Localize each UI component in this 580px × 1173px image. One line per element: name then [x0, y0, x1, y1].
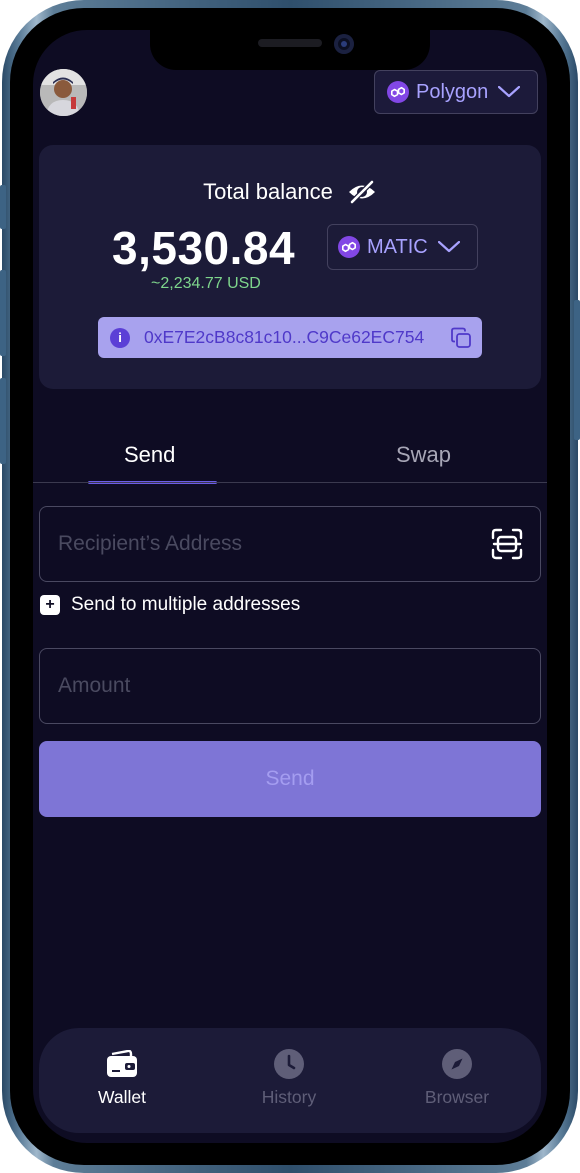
recipient-placeholder: Recipient’s Address	[58, 532, 243, 555]
avatar[interactable]	[40, 69, 87, 116]
chevron-down-icon	[437, 236, 460, 259]
avatar-image	[40, 69, 87, 116]
tab-divider	[33, 482, 547, 483]
multiple-addresses-label: Send to multiple addresses	[71, 594, 301, 615]
copy-icon[interactable]	[450, 327, 472, 354]
phone-mockup: Polygon Total balance 3,530.84 ~2,234.77…	[0, 0, 580, 1173]
front-camera	[334, 34, 354, 54]
wallet-address-pill[interactable]: i 0xE7E2cB8c81c10...C9Ce62EC754	[98, 317, 482, 358]
balance-usd: ~2,234.77 USD	[151, 275, 261, 292]
speaker-grille	[258, 39, 322, 47]
clock-icon	[273, 1048, 305, 1080]
compass-icon	[441, 1048, 473, 1080]
volume-up-button	[0, 270, 6, 356]
polygon-icon	[387, 81, 409, 103]
nav-history-label: History	[261, 1087, 317, 1107]
total-balance-label: Total balance	[203, 179, 333, 204]
recipient-address-input[interactable]: Recipient’s Address	[39, 506, 541, 582]
matic-icon	[338, 236, 360, 258]
wallet-address: 0xE7E2cB8c81c10...C9Ce62EC754	[144, 327, 425, 347]
nav-history[interactable]: History	[229, 1048, 349, 1108]
bottom-nav: Wallet History Browser	[39, 1028, 541, 1133]
qr-scan-icon[interactable]	[491, 528, 523, 566]
nav-browser[interactable]: Browser	[397, 1048, 517, 1108]
nav-wallet-label: Wallet	[98, 1087, 146, 1107]
info-icon: i	[110, 327, 130, 348]
nav-wallet[interactable]: Wallet	[62, 1048, 182, 1108]
power-button	[574, 300, 580, 440]
tab-swap[interactable]: Swap	[396, 442, 451, 468]
chevron-down-icon	[498, 81, 521, 104]
phone-notch	[150, 30, 430, 70]
tab-bar: Send Swap	[33, 430, 547, 484]
token-label: MATIC	[367, 235, 428, 258]
eye-off-icon[interactable]	[347, 180, 377, 204]
mute-switch	[0, 185, 6, 229]
balance-amount: 3,530.84	[112, 222, 296, 274]
token-selector[interactable]: MATIC	[327, 224, 478, 270]
balance-card: Total balance 3,530.84 ~2,234.77 USD MAT…	[39, 145, 541, 389]
wallet-icon	[106, 1048, 138, 1080]
total-balance-row: Total balance	[39, 179, 541, 205]
nav-browser-label: Browser	[424, 1087, 490, 1107]
network-selector[interactable]: Polygon	[374, 70, 538, 114]
volume-down-button	[0, 378, 6, 464]
app-screen: Polygon Total balance 3,530.84 ~2,234.77…	[33, 30, 547, 1143]
amount-placeholder: Amount	[58, 674, 131, 697]
network-label: Polygon	[416, 80, 489, 103]
plus-icon: +	[40, 595, 60, 615]
amount-input[interactable]: Amount	[39, 648, 541, 724]
send-button[interactable]: Send	[39, 741, 541, 817]
multiple-addresses-toggle[interactable]: + Send to multiple addresses	[40, 594, 300, 616]
tab-send[interactable]: Send	[124, 442, 175, 468]
